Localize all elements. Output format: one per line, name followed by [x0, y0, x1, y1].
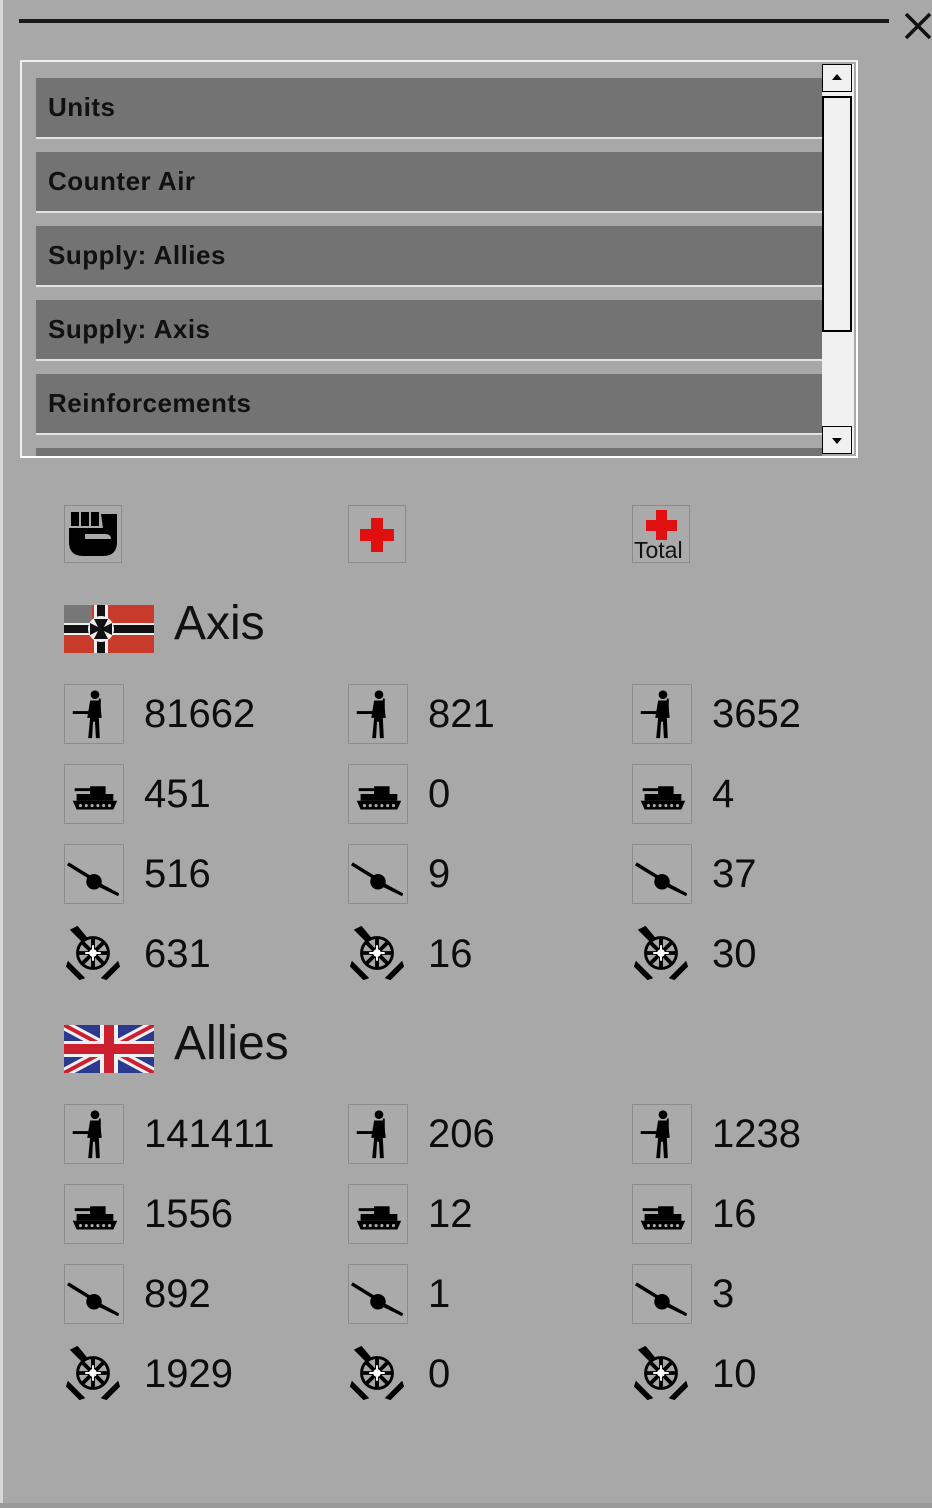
- artillery-value: 3: [712, 1272, 735, 1316]
- infantry-value: 81662: [144, 692, 256, 736]
- scroll-down-arrow-icon: [832, 438, 842, 444]
- category-list: Units Counter Air Supply: Allies Supply: Ax…: [36, 78, 822, 456]
- artillery-icon: [64, 1264, 124, 1324]
- union-jack-flag-icon: [61, 1020, 157, 1078]
- allies-title: Allies: [174, 1017, 289, 1070]
- tank-value: 0: [428, 772, 451, 816]
- artillery-value: 1: [428, 1272, 451, 1316]
- axis-title: Axis: [174, 597, 265, 650]
- tank-value: 451: [144, 772, 211, 816]
- strength-fist-icon: [64, 505, 122, 563]
- infantry-value: 1238: [712, 1112, 801, 1156]
- anti-aircraft-icon: [348, 924, 408, 984]
- title-bar-divider: [19, 19, 889, 23]
- infantry-value: 141411: [144, 1112, 275, 1156]
- tank-value: 1556: [144, 1192, 233, 1236]
- close-icon[interactable]: [902, 8, 932, 42]
- anti-air-value: 10: [712, 1352, 757, 1396]
- list-scrollbar[interactable]: [822, 64, 854, 454]
- scroll-up-arrow-icon: [832, 74, 842, 80]
- artillery-value: 9: [428, 852, 451, 896]
- tank-value: 16: [712, 1192, 757, 1236]
- anti-air-value: 16: [428, 932, 473, 976]
- infantry-icon: [64, 684, 124, 744]
- anti-aircraft-icon: [64, 1344, 124, 1404]
- total-losses-icon: Total: [632, 505, 690, 563]
- window-frame-left: [0, 0, 3, 1508]
- infantry-icon: [632, 1104, 692, 1164]
- list-item[interactable]: Reinforcements: [36, 374, 822, 435]
- infantry-value: 3652: [712, 692, 801, 736]
- anti-aircraft-icon: [632, 924, 692, 984]
- artillery-value: 892: [144, 1272, 211, 1316]
- tank-icon: [64, 1184, 124, 1244]
- infantry-icon: [632, 684, 692, 744]
- list-item[interactable]: Counter Air: [36, 152, 822, 213]
- list-item[interactable]: Supply: Axis: [36, 300, 822, 361]
- total-label: Total: [634, 537, 683, 563]
- artillery-icon: [632, 1264, 692, 1324]
- tank-icon: [348, 1184, 408, 1244]
- infantry-icon: [348, 1104, 408, 1164]
- anti-air-value: 30: [712, 932, 757, 976]
- losses-red-cross-icon: [348, 505, 406, 563]
- scroll-thumb[interactable]: [822, 96, 852, 332]
- window-frame-bottom: [0, 1503, 932, 1508]
- artillery-icon: [632, 844, 692, 904]
- anti-aircraft-icon: [64, 924, 124, 984]
- tank-value: 12: [428, 1192, 473, 1236]
- infantry-icon: [64, 1104, 124, 1164]
- tank-icon: [632, 1184, 692, 1244]
- tank-value: 4: [712, 772, 735, 816]
- artillery-value: 37: [712, 852, 757, 896]
- artillery-icon: [64, 844, 124, 904]
- tank-icon: [64, 764, 124, 824]
- artillery-value: 516: [144, 852, 211, 896]
- list-item[interactable]: Supply: Allies: [36, 226, 822, 287]
- anti-aircraft-icon: [632, 1344, 692, 1404]
- scroll-up-button[interactable]: [822, 64, 852, 92]
- anti-air-value: 631: [144, 932, 211, 976]
- category-listbox[interactable]: Units Counter Air Supply: Allies Supply: Ax…: [20, 60, 858, 458]
- german-war-flag-icon: [64, 605, 154, 653]
- list-item[interactable]: Units: [36, 78, 822, 139]
- tank-icon: [632, 764, 692, 824]
- scroll-down-button[interactable]: [822, 426, 852, 454]
- list-item-partial[interactable]: [36, 448, 822, 456]
- anti-air-value: 1929: [144, 1352, 233, 1396]
- anti-aircraft-icon: [348, 1344, 408, 1404]
- artillery-icon: [348, 1264, 408, 1324]
- infantry-icon: [348, 684, 408, 744]
- infantry-value: 206: [428, 1112, 495, 1156]
- tank-icon: [348, 764, 408, 824]
- infantry-value: 821: [428, 692, 495, 736]
- artillery-icon: [348, 844, 408, 904]
- anti-air-value: 0: [428, 1352, 451, 1396]
